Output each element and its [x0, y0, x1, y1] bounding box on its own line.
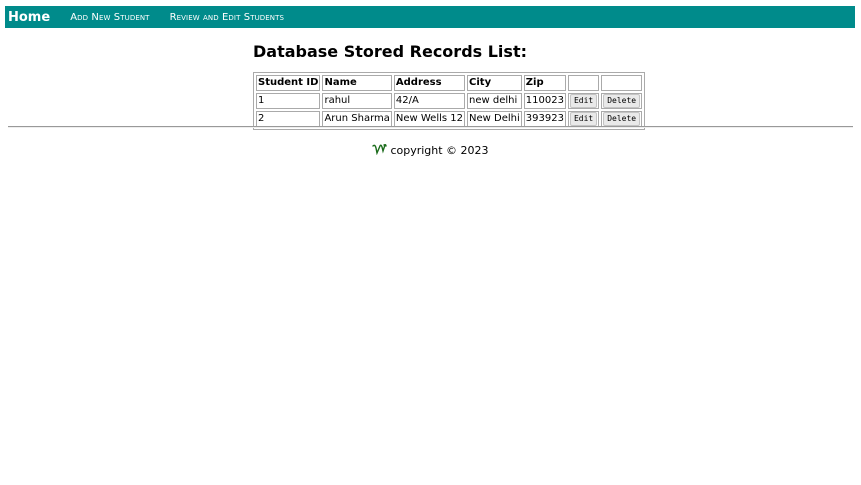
cell-city: new delhi [467, 93, 522, 109]
header-name: Name [322, 75, 392, 91]
cell-delete: Delete [601, 111, 643, 127]
page-title: Database Stored Records List: [253, 42, 527, 61]
table-row: 2 Arun Sharma New Wells 12 New Delhi 393… [256, 111, 643, 127]
top-navbar: Home Add New Student Review and Edit Stu… [5, 6, 855, 28]
horizontal-divider [8, 126, 853, 128]
cell-name: Arun Sharma [322, 111, 392, 127]
cell-address: New Wells 12 [393, 111, 466, 127]
delete-button[interactable]: Delete [603, 112, 641, 126]
cell-zip: 393923 [523, 111, 566, 127]
header-edit [567, 75, 600, 91]
header-city: City [467, 75, 522, 91]
cell-edit: Edit [567, 93, 600, 109]
header-zip: Zip [523, 75, 566, 91]
header-address: Address [393, 75, 466, 91]
records-table: Student ID Name Address City Zip 1 rahul… [253, 72, 646, 130]
cell-edit: Edit [567, 111, 600, 127]
cell-address: 42/A [393, 93, 466, 109]
cell-student-id: 2 [256, 111, 321, 127]
footer: copyright © 2023 [0, 143, 861, 157]
nav-home-link[interactable]: Home [8, 10, 50, 25]
table-row: 1 rahul 42/A new delhi 110023 Edit Delet… [256, 93, 643, 109]
logo-icon [372, 143, 388, 155]
edit-button[interactable]: Edit [569, 94, 598, 108]
copyright-text: copyright © 2023 [390, 144, 489, 157]
delete-button[interactable]: Delete [603, 94, 641, 108]
nav-review-edit-link[interactable]: Review and Edit Students [170, 12, 284, 23]
cell-zip: 110023 [523, 93, 566, 109]
header-student-id: Student ID [256, 75, 321, 91]
cell-student-id: 1 [256, 93, 321, 109]
table-header-row: Student ID Name Address City Zip [256, 75, 643, 91]
cell-delete: Delete [601, 93, 643, 109]
cell-name: rahul [322, 93, 392, 109]
cell-city: New Delhi [467, 111, 522, 127]
nav-add-student-link[interactable]: Add New Student [70, 12, 149, 23]
header-delete [601, 75, 643, 91]
edit-button[interactable]: Edit [569, 112, 598, 126]
